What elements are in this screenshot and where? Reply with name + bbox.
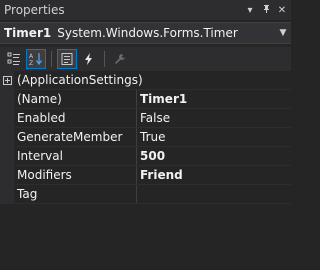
chevron-down-icon: ▼ (279, 28, 287, 38)
object-selector-dropdown[interactable]: Timer1 System.Windows.Forms.Timer ▼ (0, 22, 291, 44)
auto-hide-pin-icon[interactable] (259, 4, 273, 17)
category-label: (ApplicationSettings) (17, 73, 143, 87)
categorized-button[interactable] (4, 49, 24, 69)
property-value-field[interactable]: Friend (137, 166, 291, 184)
property-value-field[interactable]: Timer1 (137, 90, 291, 108)
window-position-dropdown-icon[interactable]: ▾ (243, 5, 257, 16)
svg-text:A: A (29, 53, 34, 60)
toolbar-separator (104, 51, 105, 67)
properties-button[interactable] (57, 49, 77, 69)
property-row-generatemember[interactable]: GenerateMember True (0, 128, 291, 147)
svg-text:Z: Z (29, 60, 33, 66)
wrench-icon (115, 54, 125, 64)
property-value-field[interactable] (137, 185, 291, 203)
expand-plus-icon (2, 75, 12, 85)
property-value-field[interactable]: 500 (137, 147, 291, 165)
close-icon[interactable]: ✕ (275, 5, 289, 16)
alphabetical-button[interactable]: A Z (26, 49, 46, 69)
property-name: Interval (14, 147, 137, 165)
properties-icon (61, 53, 73, 65)
property-name: Enabled (14, 109, 137, 127)
property-name: GenerateMember (14, 128, 137, 146)
property-row-name[interactable]: (Name) Timer1 (0, 90, 291, 109)
property-row-enabled[interactable]: Enabled False (0, 109, 291, 128)
properties-toolbar: A Z (0, 47, 291, 71)
object-name: Timer1 (4, 26, 52, 40)
events-button[interactable] (79, 49, 99, 69)
object-type: System.Windows.Forms.Timer (57, 26, 238, 40)
property-row-modifiers[interactable]: Modifiers Friend (0, 166, 291, 185)
property-name: Modifiers (14, 166, 137, 184)
window-title: Properties (4, 3, 65, 17)
category-row-application-settings[interactable]: (ApplicationSettings) (0, 71, 291, 90)
alphabetical-icon: A Z (29, 53, 43, 66)
categorized-icon (7, 52, 20, 65)
property-value-field[interactable]: False (137, 109, 291, 127)
property-value-field[interactable]: True (137, 128, 291, 146)
lightning-bolt-icon (85, 53, 92, 65)
property-pages-button[interactable] (110, 49, 130, 69)
toolbar-separator (51, 51, 52, 67)
description-pane (0, 207, 291, 270)
property-grid: (ApplicationSettings) (Name) Timer1 Enab… (0, 71, 291, 207)
expand-toggle[interactable] (0, 71, 14, 89)
property-row-tag[interactable]: Tag (0, 185, 291, 204)
property-name: (Name) (14, 90, 137, 108)
property-name: Tag (14, 185, 137, 203)
property-row-interval[interactable]: Interval 500 (0, 147, 291, 166)
properties-titlebar: Properties ▾ ✕ (0, 0, 291, 20)
